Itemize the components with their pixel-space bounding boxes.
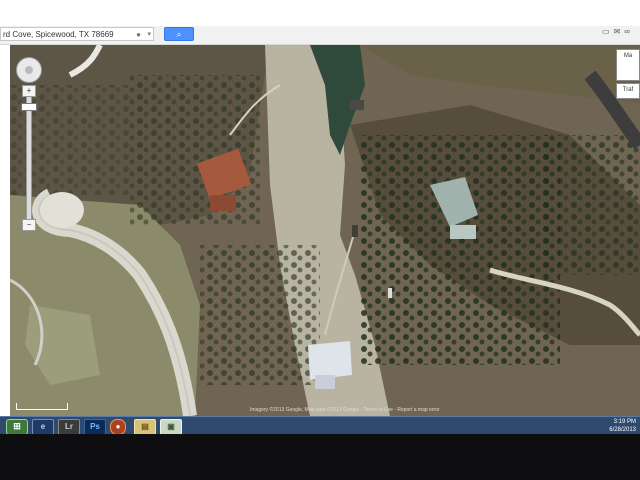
system-clock[interactable]: 3:19 PM 6/28/2013 — [609, 418, 636, 434]
notes-app-icon[interactable]: ▣ — [160, 419, 182, 435]
traffic-button[interactable]: Traf — [616, 83, 640, 99]
ps-app-icon[interactable]: Ps — [84, 419, 106, 435]
map-type-button[interactable]: Ma — [616, 49, 640, 81]
mail-icon[interactable]: ✉ — [614, 27, 625, 36]
ie-app-icon[interactable]: e — [32, 419, 54, 435]
folder-app-icon[interactable]: ▤ — [134, 419, 156, 435]
map-copyright[interactable]: Imagery ©2013 Google, Map data ©2013 Goo… — [250, 407, 640, 415]
firefox-app-icon[interactable]: ● — [110, 419, 126, 435]
zoom-in-button[interactable]: + — [22, 85, 36, 97]
zoom-slider-handle[interactable] — [21, 103, 37, 111]
link-icon[interactable]: ∞ — [624, 27, 634, 36]
print-icon[interactable]: ▭ — [602, 27, 614, 36]
search-input-value: rd Cove, Spicewood, TX 78669 — [3, 30, 114, 39]
clock-date: 6/28/2013 — [609, 427, 636, 433]
pan-center[interactable] — [25, 66, 33, 74]
satellite-map[interactable]: + − Ma Traf Imagery ©2013 Google, Map da… — [10, 45, 640, 416]
photo-frame: rd Cove, Spicewood, TX 78669 ● ▾ ⌕ ▭✉∞ +… — [0, 0, 640, 480]
search-bar: rd Cove, Spicewood, TX 78669 ● ▾ ⌕ ▭✉∞ — [0, 26, 640, 45]
search-input[interactable]: rd Cove, Spicewood, TX 78669 ● ▾ — [0, 27, 154, 41]
taskbar: ⊞ e Lr Ps ● ▤ ▣ 3:19 PM 6/28/2013 — [0, 416, 640, 435]
toolbar-icons: ▭✉∞ — [602, 27, 634, 36]
start-button[interactable]: ⊞ — [6, 419, 28, 435]
lr-app-icon[interactable]: Lr — [58, 419, 80, 435]
scale-bar — [16, 403, 68, 410]
satellite-imagery — [10, 45, 640, 416]
clock-time: 3:19 PM — [613, 419, 636, 425]
zoom-out-button[interactable]: − — [22, 219, 36, 231]
chevron-down-icon[interactable]: ▾ — [147, 28, 151, 40]
search-icon: ⌕ — [176, 29, 182, 39]
microphone-icon[interactable]: ● — [136, 28, 141, 40]
monitor-bezel — [0, 434, 640, 480]
search-button[interactable]: ⌕ — [164, 27, 194, 41]
pan-compass-icon[interactable] — [16, 57, 42, 83]
